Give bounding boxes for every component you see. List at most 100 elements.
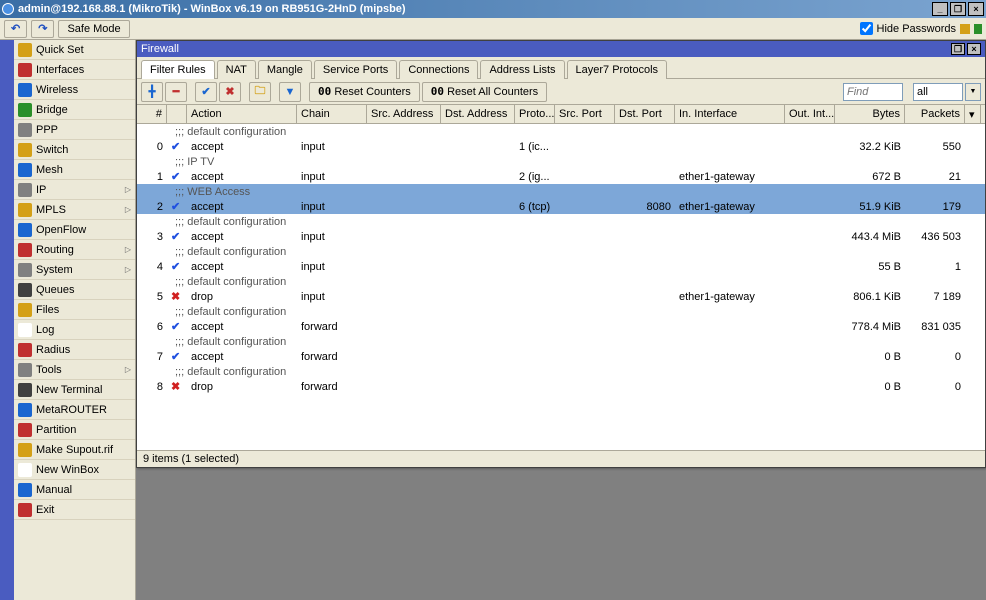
sidebar-item-queues[interactable]: Queues (14, 280, 135, 300)
rule-src-port (555, 139, 615, 154)
firewall-titlebar[interactable]: Firewall ❐ × (137, 41, 985, 57)
hide-passwords-checkbox[interactable]: Hide Passwords (860, 22, 956, 35)
column-header[interactable]: Action (187, 105, 297, 123)
column-header[interactable]: Proto... (515, 105, 555, 123)
tab-address-lists[interactable]: Address Lists (480, 60, 564, 79)
table-header: # ActionChainSrc. AddressDst. AddressProt… (137, 105, 985, 124)
rule-dst-address (441, 289, 515, 304)
table-comment-row[interactable]: ;;; default configuration (137, 274, 985, 289)
tab-nat[interactable]: NAT (217, 60, 256, 79)
filter-select[interactable]: all (913, 83, 963, 101)
sidebar-item-interfaces[interactable]: Interfaces (14, 60, 135, 80)
safe-mode-button[interactable]: Safe Mode (58, 20, 129, 38)
add-button[interactable]: ╋ (141, 82, 163, 102)
reset-all-counters-button[interactable]: 00 Reset All Counters (422, 82, 547, 102)
table-row[interactable]: 6✔acceptforward778.4 MiB831 035 (137, 319, 985, 334)
redo-button[interactable]: ↷ (31, 20, 54, 38)
column-header[interactable]: Out. Int... (785, 105, 835, 123)
disable-button[interactable]: ✖ (219, 82, 241, 102)
table-comment-row[interactable]: ;;; default configuration (137, 214, 985, 229)
rule-in-interface: ether1-gateway (675, 169, 785, 184)
tab-filter-rules[interactable]: Filter Rules (141, 60, 215, 79)
tab-mangle[interactable]: Mangle (258, 60, 312, 79)
tab-service-ports[interactable]: Service Ports (314, 60, 397, 79)
tab-connections[interactable]: Connections (399, 60, 478, 79)
filter-button[interactable]: ▼ (279, 82, 301, 102)
sidebar-item-mesh[interactable]: Mesh (14, 160, 135, 180)
sidebar-item-files[interactable]: Files (14, 300, 135, 320)
filter-dropdown-button[interactable]: ▼ (965, 83, 981, 101)
sidebar-item-metarouter[interactable]: MetaROUTER (14, 400, 135, 420)
comment-button[interactable]: 🗀 (249, 82, 271, 102)
table-row[interactable]: 5✖dropinputether1-gateway806.1 KiB7 189 (137, 289, 985, 304)
sidebar-item-quick-set[interactable]: Quick Set (14, 40, 135, 60)
column-header[interactable] (167, 105, 187, 123)
column-header[interactable]: In. Interface (675, 105, 785, 123)
sidebar-item-switch[interactable]: Switch (14, 140, 135, 160)
firewall-close-button[interactable]: × (967, 43, 981, 55)
rule-src-address (367, 169, 441, 184)
table-comment-row[interactable]: ;;; WEB Access (137, 184, 985, 199)
sidebar-item-new-terminal[interactable]: New Terminal (14, 380, 135, 400)
sidebar-item-log[interactable]: Log (14, 320, 135, 340)
sidebar-item-bridge[interactable]: Bridge (14, 100, 135, 120)
rule-number: 6 (137, 319, 167, 334)
table-comment-row[interactable]: ;;; default configuration (137, 304, 985, 319)
table-row[interactable]: 1✔acceptinput2 (ig...ether1-gateway672 B… (137, 169, 985, 184)
enable-button[interactable]: ✔ (195, 82, 217, 102)
sidebar-item-manual[interactable]: Manual (14, 480, 135, 500)
reset-counters-button[interactable]: 00 Reset Counters (309, 82, 420, 102)
table-row[interactable]: 8✖dropforward0 B0 (137, 379, 985, 394)
close-button[interactable]: × (968, 2, 984, 16)
sidebar-item-label: Manual (36, 484, 72, 496)
column-header[interactable]: Dst. Port (615, 105, 675, 123)
column-header[interactable]: # (137, 105, 167, 123)
sidebar-item-ppp[interactable]: PPP (14, 120, 135, 140)
sidebar-item-label: Quick Set (36, 44, 84, 56)
rule-protocol (515, 289, 555, 304)
column-header[interactable]: Packets (905, 105, 965, 123)
sidebar-item-label: Switch (36, 144, 68, 156)
firewall-maximize-button[interactable]: ❐ (951, 43, 965, 55)
column-header[interactable]: Chain (297, 105, 367, 123)
maximize-button[interactable]: ❐ (950, 2, 966, 16)
table-row[interactable]: 2✔acceptinput6 (tcp)8080ether1-gateway51… (137, 199, 985, 214)
sidebar-item-new-winbox[interactable]: New WinBox (14, 460, 135, 480)
column-header[interactable]: Src. Address (367, 105, 441, 123)
column-header[interactable]: Src. Port (555, 105, 615, 123)
sidebar-item-make-supout-rif[interactable]: Make Supout.rif (14, 440, 135, 460)
table-row[interactable]: 3✔acceptinput443.4 MiB436 503 (137, 229, 985, 244)
undo-button[interactable]: ↶ (4, 20, 27, 38)
column-menu-button[interactable]: ▾ (965, 105, 981, 123)
table-comment-row[interactable]: ;;; default configuration (137, 124, 985, 139)
table-comment-row[interactable]: ;;; default configuration (137, 334, 985, 349)
table-row[interactable]: 7✔acceptforward0 B0 (137, 349, 985, 364)
sidebar-item-wireless[interactable]: Wireless (14, 80, 135, 100)
table-comment-row[interactable]: ;;; default configuration (137, 364, 985, 379)
table-comment-row[interactable]: ;;; default configuration (137, 244, 985, 259)
table-row[interactable]: 0✔acceptinput1 (ic...32.2 KiB550 (137, 139, 985, 154)
sidebar-item-exit[interactable]: Exit (14, 500, 135, 520)
table-row[interactable]: 4✔acceptinput55 B1 (137, 259, 985, 274)
column-header[interactable]: Dst. Address (441, 105, 515, 123)
firewall-table[interactable]: # ActionChainSrc. AddressDst. AddressProt… (137, 105, 985, 450)
remove-button[interactable]: ━ (165, 82, 187, 102)
find-input[interactable] (843, 83, 903, 101)
menu-icon (18, 303, 32, 317)
rule-comment: ;;; default configuration (167, 214, 290, 229)
sidebar-item-radius[interactable]: Radius (14, 340, 135, 360)
sidebar-item-ip[interactable]: IP▷ (14, 180, 135, 200)
sidebar-item-partition[interactable]: Partition (14, 420, 135, 440)
sidebar-item-label: MetaROUTER (36, 404, 107, 416)
sidebar-item-system[interactable]: System▷ (14, 260, 135, 280)
rule-src-address (367, 319, 441, 334)
rule-action-icon: ✔ (167, 319, 187, 334)
sidebar-item-tools[interactable]: Tools▷ (14, 360, 135, 380)
sidebar-item-routing[interactable]: Routing▷ (14, 240, 135, 260)
sidebar-item-openflow[interactable]: OpenFlow (14, 220, 135, 240)
column-header[interactable]: Bytes (835, 105, 905, 123)
minimize-button[interactable]: _ (932, 2, 948, 16)
table-comment-row[interactable]: ;;; IP TV (137, 154, 985, 169)
tab-layer7-protocols[interactable]: Layer7 Protocols (567, 60, 668, 79)
sidebar-item-mpls[interactable]: MPLS▷ (14, 200, 135, 220)
